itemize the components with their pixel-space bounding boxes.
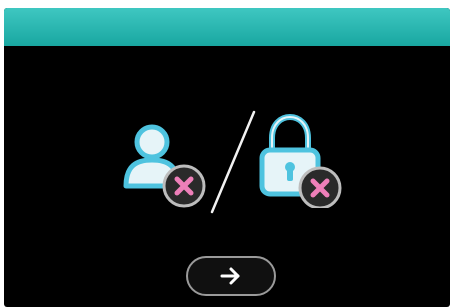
lock-icon: [259, 113, 342, 208]
next-button[interactable]: [186, 256, 276, 296]
error-x-icon: [298, 166, 342, 208]
user-icon: [123, 124, 206, 208]
arrow-right-icon: [220, 267, 240, 285]
login-error-screen: [4, 8, 450, 307]
error-x-icon: [162, 164, 206, 208]
